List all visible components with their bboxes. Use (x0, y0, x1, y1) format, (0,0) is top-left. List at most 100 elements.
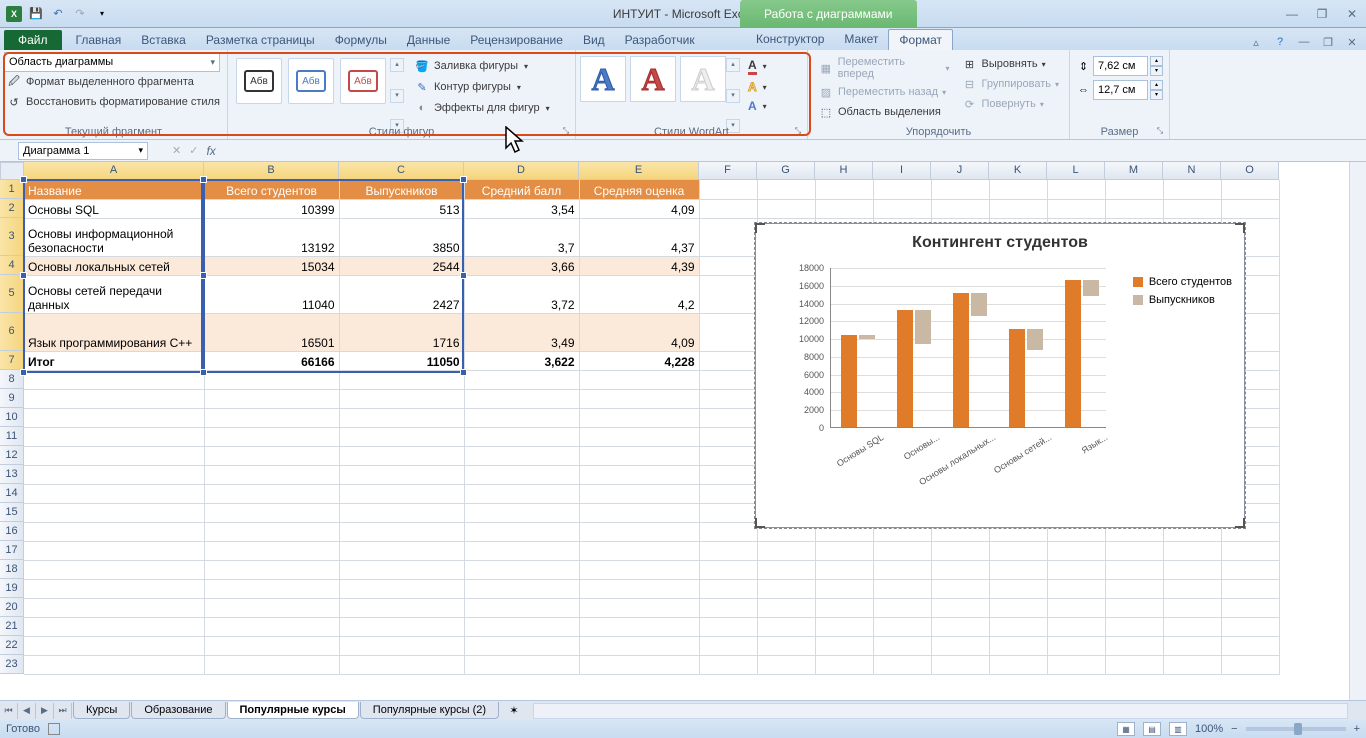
zoom-slider[interactable] (1246, 727, 1346, 731)
cell[interactable] (24, 408, 204, 427)
row-header-12[interactable]: 12 (0, 446, 24, 465)
cell[interactable] (464, 465, 579, 484)
cell[interactable] (24, 465, 204, 484)
chart-resize-bl[interactable] (755, 518, 765, 528)
tab-Формат[interactable]: Формат (888, 29, 953, 50)
save-button[interactable]: 💾 (26, 4, 46, 24)
cell[interactable]: 4,228 (579, 351, 699, 370)
tab-Формулы[interactable]: Формулы (325, 30, 397, 50)
view-pagebreak-button[interactable]: ▥ (1169, 722, 1187, 736)
bar[interactable] (1009, 329, 1025, 427)
cell[interactable]: 11040 (204, 275, 339, 313)
cell[interactable]: 3,54 (464, 199, 579, 218)
cell[interactable] (464, 389, 579, 408)
group-expand-icon[interactable]: ⤡ (1154, 125, 1166, 137)
row-header-5[interactable]: 5 (0, 275, 24, 313)
cell[interactable] (24, 636, 204, 655)
cell[interactable] (579, 484, 699, 503)
selection-pane-button[interactable]: ⬚Область выделения (816, 102, 951, 122)
row-header-11[interactable]: 11 (0, 427, 24, 446)
table-header[interactable]: Средняя оценка (579, 180, 699, 199)
sheet-nav-prev[interactable]: ◀ (18, 703, 36, 719)
sel-handle[interactable] (20, 369, 27, 376)
legend-item[interactable]: Всего студентов (1133, 276, 1232, 288)
shape-fill-button[interactable]: 🪣Заливка фигуры▾ (412, 56, 552, 76)
sel-handle[interactable] (20, 272, 27, 279)
tab-Вставка[interactable]: Вставка (131, 30, 196, 50)
cell[interactable]: 10399 (204, 199, 339, 218)
col-header-B[interactable]: B (204, 162, 339, 180)
wordart-3[interactable]: A (680, 56, 726, 102)
col-header-N[interactable]: N (1163, 162, 1221, 180)
doc-minimize-button[interactable]: — (1296, 34, 1312, 50)
table-header[interactable]: Выпускников (339, 180, 464, 199)
ribbon-minimize-button[interactable]: ▵ (1248, 34, 1264, 50)
shape-style-2[interactable]: Абв (288, 58, 334, 104)
format-selection-button[interactable]: 🖉 Формат выделенного фрагмента (4, 72, 223, 92)
zoom-out-button[interactable]: − (1231, 723, 1237, 735)
cell[interactable] (204, 598, 339, 617)
cell[interactable] (204, 408, 339, 427)
row-header-17[interactable]: 17 (0, 541, 24, 560)
cell[interactable] (339, 446, 464, 465)
cell[interactable] (24, 655, 204, 674)
cell[interactable]: 11050 (339, 351, 464, 370)
sheet-tab[interactable]: Популярные курсы (2) (360, 702, 499, 719)
tab-Конструктор[interactable]: Конструктор (746, 29, 834, 50)
cell[interactable] (579, 465, 699, 484)
close-button[interactable]: ✕ (1342, 5, 1362, 23)
cell[interactable] (24, 560, 204, 579)
sel-handle[interactable] (460, 176, 467, 183)
cell[interactable] (339, 655, 464, 674)
cell[interactable] (339, 560, 464, 579)
cell[interactable]: Основы сетей передачи данных (24, 275, 204, 313)
cell[interactable] (24, 484, 204, 503)
bar[interactable] (897, 310, 913, 427)
cell[interactable] (204, 541, 339, 560)
wordart-2[interactable]: A (630, 56, 676, 102)
cell[interactable] (24, 427, 204, 446)
cell[interactable]: 1716 (339, 313, 464, 351)
bar[interactable] (915, 310, 931, 344)
col-header-F[interactable]: F (699, 162, 757, 180)
tab-Макет[interactable]: Макет (834, 29, 888, 50)
cell[interactable]: Основы локальных сетей (24, 256, 204, 275)
sel-handle[interactable] (200, 369, 207, 376)
row-header-22[interactable]: 22 (0, 636, 24, 655)
cell[interactable] (204, 636, 339, 655)
cells-area[interactable]: НазваниеВсего студентовВыпускниковСредни… (24, 180, 1280, 675)
redo-button[interactable]: ↷ (70, 4, 90, 24)
app-icon[interactable]: X (4, 4, 24, 24)
cell[interactable]: 16501 (204, 313, 339, 351)
cell[interactable] (204, 503, 339, 522)
cell[interactable]: Основы SQL (24, 199, 204, 218)
cell[interactable] (204, 370, 339, 389)
scroll-down-icon[interactable]: ▾ (390, 89, 404, 103)
sheet-tab[interactable]: Популярные курсы (227, 702, 359, 719)
cell[interactable]: 66166 (204, 351, 339, 370)
tab-Разработчик[interactable]: Разработчик (615, 30, 705, 50)
bar[interactable] (841, 335, 857, 427)
new-sheet-button[interactable]: ✶ (503, 703, 525, 719)
sel-handle[interactable] (20, 176, 27, 183)
cell[interactable] (464, 636, 579, 655)
embedded-chart[interactable]: Контингент студентов Всего студентовВыпу… (755, 223, 1245, 528)
shape-effects-button[interactable]: ◐Эффекты для фигур▾ (412, 98, 552, 118)
text-fill-button[interactable]: A▾ (746, 56, 769, 77)
cell[interactable] (204, 389, 339, 408)
cell[interactable] (339, 427, 464, 446)
col-header-A[interactable]: A (24, 162, 204, 180)
text-effects-button[interactable]: A▾ (746, 97, 769, 115)
cell[interactable]: 3,66 (464, 256, 579, 275)
selection-combo[interactable]: Область диаграммы (4, 52, 220, 72)
cell[interactable] (24, 370, 204, 389)
cell[interactable] (204, 427, 339, 446)
qat-customize[interactable]: ▾ (92, 4, 112, 24)
reset-style-button[interactable]: ↺ Восстановить форматирование стиля (4, 92, 223, 112)
shape-outline-button[interactable]: ✎Контур фигуры▾ (412, 77, 552, 97)
tab-Главная[interactable]: Главная (66, 30, 132, 50)
sheet-nav-last[interactable]: ⏭ (54, 703, 72, 719)
cell[interactable]: 15034 (204, 256, 339, 275)
bar[interactable] (1065, 280, 1081, 427)
row-header-9[interactable]: 9 (0, 389, 24, 408)
